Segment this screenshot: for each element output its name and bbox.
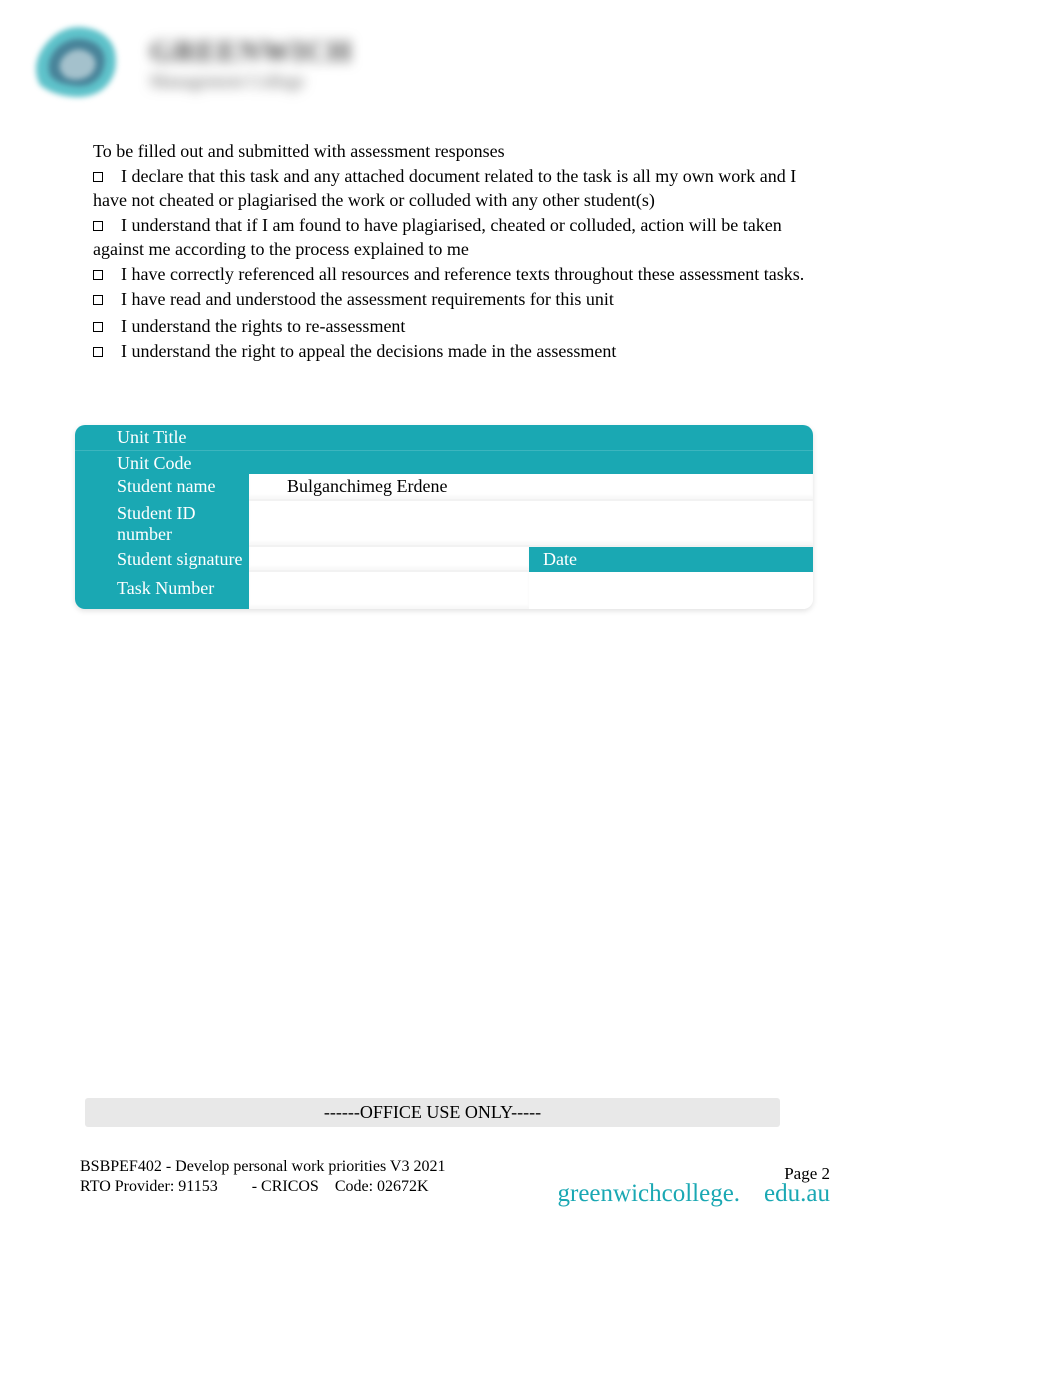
url-part1: greenwichcollege. bbox=[558, 1180, 741, 1207]
logo-text: GREENWICH Management College bbox=[150, 35, 352, 92]
footer-cricos-code: Code: 02672K bbox=[335, 1178, 429, 1195]
declaration-text: I understand the right to appeal the dec… bbox=[121, 341, 616, 361]
footer-rto: RTO Provider: 91153 bbox=[80, 1178, 218, 1195]
label-unit-code: Unit Code bbox=[75, 451, 813, 474]
declaration-item: I declare that this task and any attache… bbox=[93, 165, 823, 212]
declaration-text: I have correctly referenced all resource… bbox=[121, 264, 804, 284]
footer-url: greenwichcollege. edu.au bbox=[558, 1180, 831, 1208]
checkbox-icon[interactable] bbox=[93, 270, 103, 280]
label-text: Student name bbox=[117, 476, 215, 496]
logo: GREENWICH Management College bbox=[20, 15, 380, 110]
value-task-number[interactable] bbox=[249, 572, 529, 609]
label-task-number: Task Number bbox=[75, 572, 249, 609]
label-student-signature: Student signature bbox=[75, 547, 249, 572]
declaration-item: I understand the rights to re-assessment bbox=[93, 315, 823, 338]
logo-sub-text: Management College bbox=[150, 71, 352, 92]
footer: BSBPEF402 - Develop personal work priori… bbox=[80, 1158, 830, 1196]
checkbox-icon[interactable] bbox=[93, 322, 103, 332]
footer-cricos-label: - CRICOS bbox=[252, 1178, 319, 1195]
logo-swirl-icon bbox=[20, 15, 135, 105]
logo-main-text: GREENWICH bbox=[150, 35, 352, 69]
checkbox-icon[interactable] bbox=[93, 347, 103, 357]
intro-text: To be filled out and submitted with asse… bbox=[93, 140, 823, 163]
value-student-signature[interactable] bbox=[249, 547, 529, 572]
label-student-id: Student ID number bbox=[75, 501, 249, 547]
label-text: Student signature bbox=[117, 549, 242, 569]
url-part2: edu.au bbox=[764, 1180, 830, 1207]
checkbox-icon[interactable] bbox=[93, 295, 103, 305]
declaration-text: I understand the rights to re-assessment bbox=[121, 316, 405, 336]
value-student-name[interactable]: Bulganchimeg Erdene bbox=[249, 474, 813, 501]
label-unit-title: Unit Title bbox=[75, 425, 813, 451]
label-date: Date bbox=[529, 547, 813, 572]
footer-course: BSBPEF402 - Develop personal work priori… bbox=[80, 1158, 830, 1176]
declaration-section: To be filled out and submitted with asse… bbox=[93, 140, 823, 366]
office-use-banner: ------OFFICE USE ONLY----- bbox=[85, 1098, 780, 1127]
label-student-name: Student name bbox=[75, 474, 249, 501]
declaration-text: I have read and understood the assessmen… bbox=[121, 289, 614, 309]
declaration-item: I understand that if I am found to have … bbox=[93, 214, 823, 261]
declaration-text: I understand that if I am found to have … bbox=[93, 215, 782, 258]
declaration-text: I declare that this task and any attache… bbox=[93, 166, 796, 209]
student-form: Unit Title Unit Code Student name Bulgan… bbox=[75, 425, 813, 609]
label-text: Student ID number bbox=[117, 503, 196, 544]
checkbox-icon[interactable] bbox=[93, 221, 103, 231]
value-student-id[interactable] bbox=[249, 501, 813, 547]
declaration-item: I understand the right to appeal the dec… bbox=[93, 340, 823, 363]
declaration-item: I have read and understood the assessmen… bbox=[93, 288, 823, 311]
value-task-extra[interactable] bbox=[529, 572, 813, 609]
declaration-item: I have correctly referenced all resource… bbox=[93, 263, 823, 286]
checkbox-icon[interactable] bbox=[93, 172, 103, 182]
